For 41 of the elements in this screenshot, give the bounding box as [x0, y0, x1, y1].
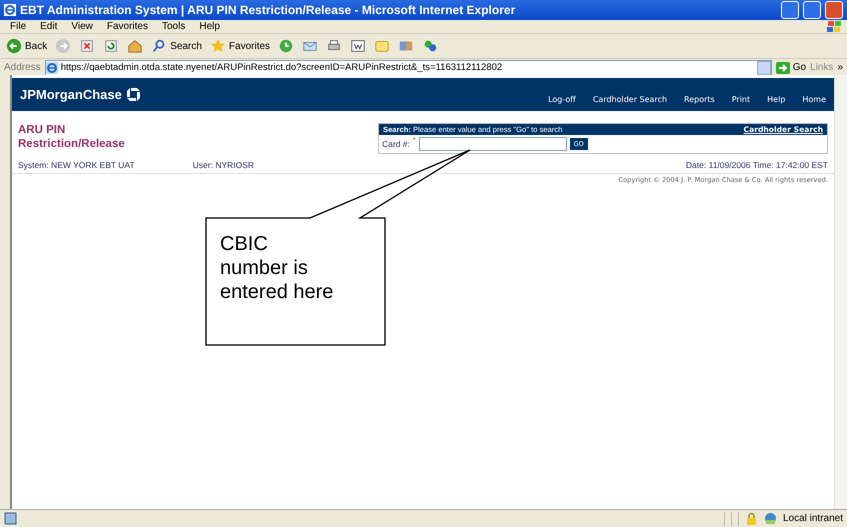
menu-item[interactable]: Tools: [156, 21, 192, 32]
address-label: Address: [4, 62, 41, 73]
menu-item[interactable]: Help: [193, 21, 226, 32]
date-time: Date: 11/09/2006 Time: 17:42:00 EST: [686, 160, 828, 170]
nav-link[interactable]: Log-off: [548, 95, 576, 104]
close-button[interactable]: [825, 1, 843, 19]
go-button[interactable]: Go: [776, 62, 806, 74]
menu-item[interactable]: Favorites: [100, 21, 154, 32]
security-zone: Local intranet: [782, 513, 843, 524]
address-field[interactable]: https://qaebtadmin.otda.state.nyenet/ARUPinRestrict.do?screenID=ARUPinRestrict&_ts=1163112112802: [44, 60, 772, 76]
back-button[interactable]: Back: [4, 38, 50, 54]
nav-link[interactable]: Cardholder Search: [592, 95, 668, 104]
nav-link[interactable]: Print: [732, 95, 750, 104]
favorites-button[interactable]: Favorites: [208, 38, 272, 54]
maximize-button[interactable]: [803, 1, 821, 19]
system-info: System: NEW YORK EBT UAT: [18, 160, 135, 170]
page-title: ARU PIN Restriction/Release: [18, 123, 126, 152]
search-button[interactable]: Search: [149, 38, 204, 54]
menu-item[interactable]: Edit: [34, 21, 64, 32]
callout-text: CBIC number is entered here: [220, 232, 334, 304]
menu-item[interactable]: View: [65, 21, 99, 32]
magnifier-icon: [151, 38, 168, 54]
star-icon: [210, 38, 226, 54]
windows-logo-icon: [825, 20, 843, 32]
nav-link[interactable]: Help: [767, 95, 786, 104]
more-button[interactable]: »: [837, 62, 843, 73]
window-title: EBT Administration System | ARU PIN Restriction/Release - Microsoft Internet Explorer: [20, 3, 516, 17]
menu-item[interactable]: File: [4, 21, 32, 32]
intranet-icon: [764, 512, 777, 525]
nav-link[interactable]: Home: [802, 95, 826, 104]
brand-logo: JPMorganChase: [20, 87, 140, 102]
user-info: User: NYRIOSR: [192, 160, 254, 170]
page-icon: [4, 512, 17, 525]
card-number-label: Card #:: [382, 139, 410, 149]
nav-link[interactable]: Reports: [684, 95, 715, 104]
scrollbar[interactable]: [834, 75, 847, 509]
lock-icon: [744, 512, 758, 525]
page-icon: [46, 62, 58, 74]
card-number-field[interactable]: [418, 137, 567, 151]
browser-icon: [4, 4, 16, 16]
minimize-button[interactable]: [781, 1, 799, 19]
